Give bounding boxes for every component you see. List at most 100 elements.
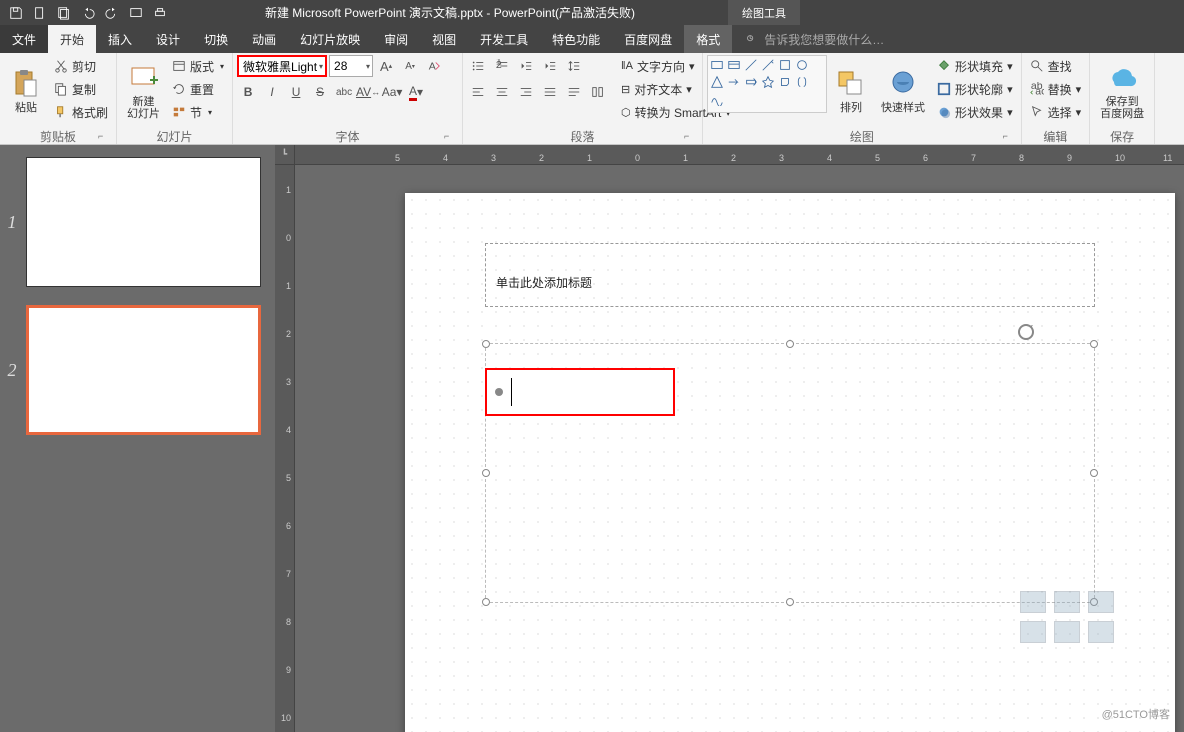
thumbnail-row: 2 <box>6 305 261 435</box>
tab-transitions[interactable]: 切换 <box>192 25 240 53</box>
numbering-icon[interactable]: 12 <box>491 55 513 77</box>
replace-button[interactable]: abac替换 ▾ <box>1026 78 1086 100</box>
align-center-icon[interactable] <box>491 81 513 103</box>
quick-styles-button[interactable]: 快速样式 <box>875 55 931 127</box>
save-icon[interactable] <box>4 2 28 24</box>
tab-slideshow[interactable]: 幻灯片放映 <box>288 25 372 53</box>
bullets-icon[interactable] <box>467 55 489 77</box>
group-save: 保存到 百度网盘 保存 <box>1090 53 1155 144</box>
clear-format-icon[interactable]: A <box>423 55 445 77</box>
new-slide-icon <box>128 62 160 94</box>
insert-table-icon[interactable] <box>1020 591 1046 613</box>
cut-button[interactable]: 剪切 <box>50 55 112 77</box>
font-name-combo[interactable]: 微软雅黑Light▾ <box>237 55 327 77</box>
save-to-baidu-button[interactable]: 保存到 百度网盘 <box>1094 55 1150 127</box>
dialog-launcher-icon[interactable]: ⌐ <box>98 131 110 143</box>
selection-handle[interactable] <box>482 469 490 477</box>
selection-handle[interactable] <box>482 598 490 606</box>
shape-outline-button[interactable]: 形状轮廓 ▾ <box>933 78 1017 100</box>
tab-developer[interactable]: 开发工具 <box>468 25 540 53</box>
decrease-indent-icon[interactable] <box>515 55 537 77</box>
grow-font-icon[interactable]: A▴ <box>375 55 397 77</box>
tab-format[interactable]: 格式 <box>684 25 732 53</box>
font-color-icon[interactable]: A▾ <box>405 81 427 103</box>
new-slide-button[interactable]: 新建 幻灯片 <box>121 55 166 127</box>
redo-icon[interactable] <box>100 2 124 24</box>
change-case-icon[interactable]: Aa▾ <box>381 81 403 103</box>
slideshow-icon[interactable] <box>124 2 148 24</box>
format-painter-button[interactable]: 格式刷 <box>50 101 112 123</box>
align-right-icon[interactable] <box>515 81 537 103</box>
insert-chart-icon[interactable] <box>1054 591 1080 613</box>
strike-icon[interactable]: S <box>309 81 331 103</box>
selection-handle[interactable] <box>1090 469 1098 477</box>
active-text-box[interactable] <box>485 368 675 416</box>
font-size-combo[interactable]: 28▾ <box>329 55 373 77</box>
line-spacing-icon[interactable] <box>563 55 585 77</box>
svg-text:2: 2 <box>496 59 502 71</box>
tell-me-placeholder: 告诉我您想要做什么… <box>764 31 884 48</box>
selection-handle[interactable] <box>482 340 490 348</box>
underline-icon[interactable]: U <box>285 81 307 103</box>
slide[interactable]: 单击此处添加标题 <box>405 193 1175 732</box>
insert-video-icon[interactable] <box>1088 621 1114 643</box>
group-editing: 查找 abac替换 ▾ 选择 ▾ 编辑 <box>1022 53 1091 144</box>
title-placeholder[interactable]: 单击此处添加标题 <box>485 243 1095 307</box>
print-icon[interactable] <box>148 2 172 24</box>
justify-icon[interactable] <box>539 81 561 103</box>
thumb-number: 2 <box>6 360 18 381</box>
tab-insert[interactable]: 插入 <box>96 25 144 53</box>
vertical-ruler[interactable]: 1012345678910 <box>275 165 295 732</box>
dialog-launcher-icon[interactable]: ⌐ <box>684 131 696 143</box>
canvas[interactable]: 单击此处添加标题 <box>295 165 1184 732</box>
tab-home[interactable]: 开始 <box>48 25 96 53</box>
distribute-icon[interactable] <box>563 81 585 103</box>
selection-handle[interactable] <box>786 340 794 348</box>
new-icon[interactable] <box>28 2 52 24</box>
slide-thumbnail-2[interactable] <box>26 305 261 435</box>
tab-animations[interactable]: 动画 <box>240 25 288 53</box>
select-button[interactable]: 选择 ▾ <box>1026 101 1086 123</box>
section-button[interactable]: 节▾ <box>168 101 228 123</box>
slide-thumbnail-1[interactable] <box>26 157 261 287</box>
italic-icon[interactable]: I <box>261 81 283 103</box>
copy-button[interactable]: 复制 <box>50 78 112 100</box>
increase-indent-icon[interactable] <box>539 55 561 77</box>
paste-icon <box>10 68 42 100</box>
dialog-launcher-icon[interactable]: ⌐ <box>444 131 456 143</box>
shape-fill-button[interactable]: 形状填充 ▾ <box>933 55 1017 77</box>
insert-smartart-icon[interactable] <box>1088 591 1114 613</box>
shape-effects-button[interactable]: 形状效果 ▾ <box>933 101 1017 123</box>
tab-design[interactable]: 设计 <box>144 25 192 53</box>
undo-icon[interactable] <box>76 2 100 24</box>
char-spacing-icon[interactable]: AV↔ <box>357 81 379 103</box>
find-button[interactable]: 查找 <box>1026 55 1086 77</box>
align-left-icon[interactable] <box>467 81 489 103</box>
tab-baidu[interactable]: 百度网盘 <box>612 25 684 53</box>
open-icon[interactable] <box>52 2 76 24</box>
selection-handle[interactable] <box>1090 340 1098 348</box>
tab-special[interactable]: 特色功能 <box>540 25 612 53</box>
quick-access-toolbar: 新建 Microsoft PowerPoint 演示文稿.pptx - Powe… <box>0 0 1184 25</box>
tell-me-search[interactable]: 告诉我您想要做什么… <box>732 25 1184 53</box>
insert-picture-icon[interactable] <box>1020 621 1046 643</box>
shadow-icon[interactable]: abc <box>333 81 355 103</box>
ruler-corner: ┗ <box>275 145 295 165</box>
shrink-font-icon[interactable]: A▾ <box>399 55 421 77</box>
dialog-launcher-icon[interactable]: ⌐ <box>1003 131 1015 143</box>
slide-thumbnails-pane[interactable]: 1 2 <box>0 145 275 732</box>
tab-file[interactable]: 文件 <box>0 25 48 53</box>
insert-online-picture-icon[interactable] <box>1054 621 1080 643</box>
horizontal-ruler[interactable]: 543210123456789101112 <box>295 145 1184 165</box>
rotation-handle[interactable] <box>1017 323 1035 341</box>
paste-button[interactable]: 粘贴 <box>4 55 48 127</box>
bold-icon[interactable]: B <box>237 81 259 103</box>
selection-handle[interactable] <box>786 598 794 606</box>
arrange-button[interactable]: 排列 <box>829 55 873 127</box>
reset-button[interactable]: 重置 <box>168 78 228 100</box>
columns-icon[interactable] <box>587 81 609 103</box>
shapes-gallery[interactable] <box>707 55 827 113</box>
tab-view[interactable]: 视图 <box>420 25 468 53</box>
layout-button[interactable]: 版式▾ <box>168 55 228 77</box>
tab-review[interactable]: 审阅 <box>372 25 420 53</box>
